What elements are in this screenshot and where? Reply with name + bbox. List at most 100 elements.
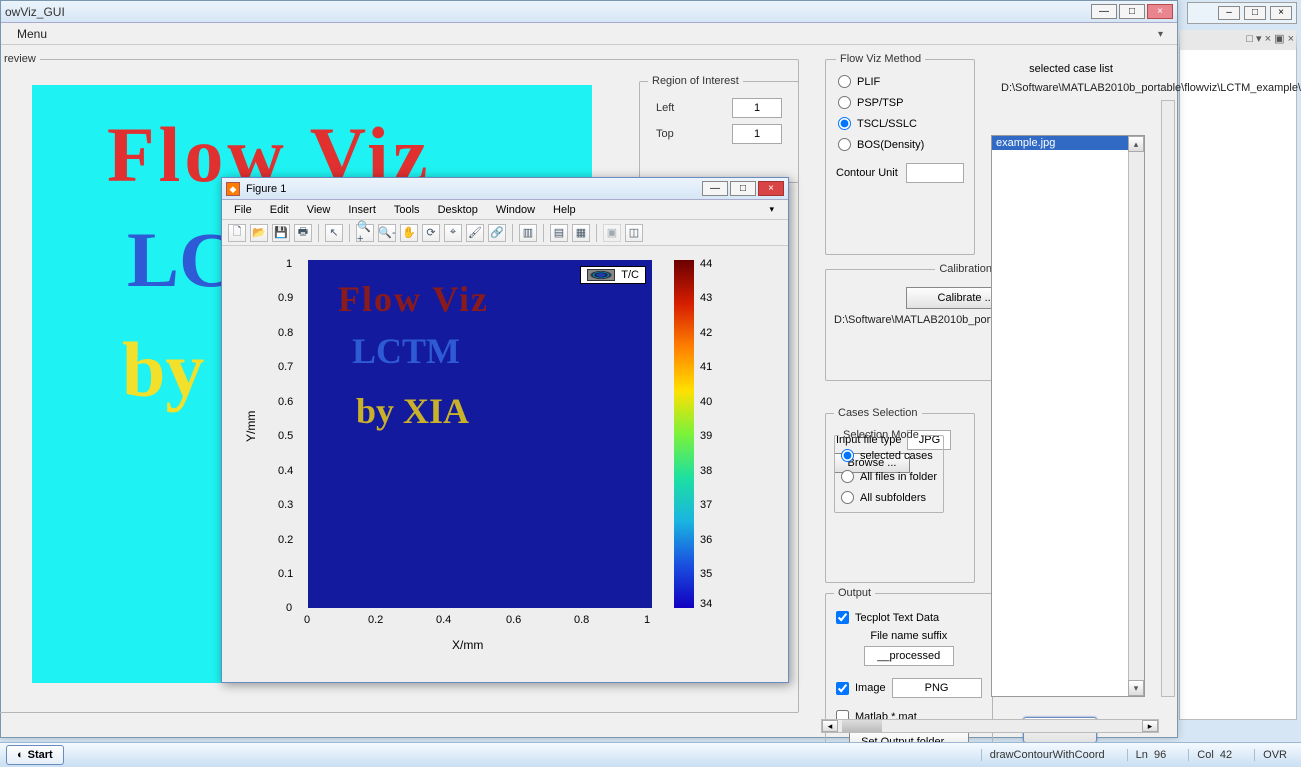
method-plif-label: PLIF bbox=[857, 76, 880, 88]
figure-menubar[interactable]: File Edit View Insert Tools Desktop Wind… bbox=[222, 200, 788, 220]
menu-tools[interactable]: Tools bbox=[386, 202, 428, 218]
cbtick: 41 bbox=[700, 361, 712, 373]
cases-legend: Cases Selection bbox=[834, 407, 922, 419]
roi-left-input[interactable] bbox=[732, 98, 782, 118]
ytick: 0.3 bbox=[278, 499, 293, 511]
ylabel: Y/mm bbox=[244, 411, 258, 442]
menu-help[interactable]: Help bbox=[545, 202, 584, 218]
menu-view[interactable]: View bbox=[299, 202, 339, 218]
scroll-right-icon[interactable]: ▸ bbox=[1142, 720, 1158, 732]
tecplot-label: Tecplot Text Data bbox=[855, 612, 939, 624]
menu-desktop[interactable]: Desktop bbox=[430, 202, 486, 218]
cbtick: 44 bbox=[700, 258, 712, 270]
menu-window[interactable]: Window bbox=[488, 202, 543, 218]
method-panel: Flow Viz Method PLIF PSP/TSP TSCL/SSLC B… bbox=[825, 53, 975, 255]
roi-top-input[interactable] bbox=[732, 124, 782, 144]
menu-edit[interactable]: Edit bbox=[262, 202, 297, 218]
scroll-thumb[interactable] bbox=[842, 720, 882, 732]
ytick: 0.6 bbox=[278, 396, 293, 408]
scroll-up-icon[interactable]: ▴ bbox=[1128, 136, 1144, 152]
legend-icon[interactable]: ▤ bbox=[550, 224, 568, 242]
xtick: 1 bbox=[644, 614, 650, 626]
suffix-input[interactable] bbox=[864, 646, 954, 666]
layout-icon[interactable]: ▦ bbox=[572, 224, 590, 242]
ytick: 0.4 bbox=[278, 465, 293, 477]
menubar-dropdown-icon[interactable]: ▾ bbox=[1152, 27, 1169, 42]
scroll-left-icon[interactable]: ◂ bbox=[822, 720, 838, 732]
link-icon[interactable]: 🔗 bbox=[488, 224, 506, 242]
method-bos-radio[interactable] bbox=[838, 138, 851, 151]
background-editor-strip: □ ▾ × ▣ × bbox=[1179, 30, 1297, 720]
figure-toolbar[interactable]: 🗋 📂 💾 🖶 ↖ 🔍+ 🔍- ✋ ⟳ ⌖ 🖌 🔗 ▥ ▤ ▦ ▣ ◫ bbox=[222, 220, 788, 246]
menu-insert[interactable]: Insert bbox=[340, 202, 384, 218]
tecplot-checkbox[interactable] bbox=[836, 611, 849, 624]
zoom-out-icon[interactable]: 🔍- bbox=[378, 224, 396, 242]
zoom-in-icon[interactable]: 🔍+ bbox=[356, 224, 374, 242]
menu-item-menu[interactable]: Menu bbox=[11, 25, 53, 43]
figure-menu-drop-icon[interactable]: ▾ bbox=[761, 202, 782, 217]
output-legend: Output bbox=[834, 587, 875, 599]
figure-window: ◆ Figure 1 — □ × File Edit View Insert T… bbox=[221, 177, 789, 683]
hide-plot-tools-icon[interactable]: ▣ bbox=[603, 224, 621, 242]
close-button[interactable]: × bbox=[1147, 4, 1173, 19]
new-figure-icon[interactable]: 🗋 bbox=[228, 224, 246, 242]
suffix-label: File name suffix bbox=[834, 630, 984, 642]
contour-unit-label: Contour Unit bbox=[836, 167, 898, 179]
ytick: 0.2 bbox=[278, 534, 293, 546]
heatmap-axes[interactable]: Flow Viz LCTM by XIA T/C bbox=[308, 260, 652, 608]
axes-text-lctm: LCTM bbox=[352, 330, 460, 372]
image-fmt-input[interactable] bbox=[892, 678, 982, 698]
colorbar-icon[interactable]: ▥ bbox=[519, 224, 537, 242]
figure-titlebar[interactable]: ◆ Figure 1 — □ × bbox=[222, 178, 788, 200]
pointer-icon[interactable]: ↖ bbox=[325, 224, 343, 242]
figure-close-button[interactable]: × bbox=[758, 181, 784, 196]
mode-subfolders-radio[interactable] bbox=[841, 491, 854, 504]
colorbar[interactable] bbox=[674, 260, 694, 608]
show-plot-tools-icon[interactable]: ◫ bbox=[625, 224, 643, 242]
start-button[interactable]: ◐ Start bbox=[6, 745, 64, 765]
method-plif-radio[interactable] bbox=[838, 75, 851, 88]
data-cursor-icon[interactable]: ⌖ bbox=[444, 224, 462, 242]
figure-maximize-button[interactable]: □ bbox=[730, 181, 756, 196]
status-ovr: OVR bbox=[1254, 749, 1295, 761]
matlab-icon: ◆ bbox=[226, 182, 240, 196]
cbtick: 43 bbox=[700, 292, 712, 304]
brush-icon[interactable]: 🖌 bbox=[466, 224, 484, 242]
axes-legend[interactable]: T/C bbox=[580, 266, 646, 284]
roi-left-label: Left bbox=[656, 102, 674, 114]
bg-close: × bbox=[1270, 6, 1292, 20]
figure-minimize-button[interactable]: — bbox=[702, 181, 728, 196]
background-strip-controls: □ ▾ × ▣ × bbox=[1246, 32, 1294, 45]
selection-mode-legend: Selection Mode bbox=[839, 429, 923, 441]
maximize-button[interactable]: □ bbox=[1119, 4, 1145, 19]
mode-folder-radio[interactable] bbox=[841, 470, 854, 483]
caselist-listbox[interactable]: example.jpg ▴ ▾ bbox=[991, 135, 1145, 697]
bg-minimize: – bbox=[1218, 6, 1240, 20]
minimize-button[interactable]: — bbox=[1091, 4, 1117, 19]
rotate-icon[interactable]: ⟳ bbox=[422, 224, 440, 242]
ytick: 0.5 bbox=[278, 430, 293, 442]
contour-unit-input[interactable] bbox=[906, 163, 964, 183]
menubar[interactable]: Menu ▾ bbox=[1, 23, 1177, 45]
titlebar[interactable]: owViz_GUI — □ × bbox=[1, 1, 1177, 23]
preview-legend: review bbox=[0, 53, 40, 65]
mode-subfolders-label: All subfolders bbox=[860, 492, 926, 504]
open-icon[interactable]: 📂 bbox=[250, 224, 268, 242]
taskbar[interactable]: ◐ Start drawContourWithCoord Ln 96 Col 4… bbox=[0, 742, 1301, 767]
legend-swatch-icon bbox=[587, 269, 615, 281]
method-tscl-radio[interactable] bbox=[838, 117, 851, 130]
pan-icon[interactable]: ✋ bbox=[400, 224, 418, 242]
print-icon[interactable]: 🖶 bbox=[294, 224, 312, 242]
menu-file[interactable]: File bbox=[226, 202, 260, 218]
main-vertical-scrollbar[interactable] bbox=[1161, 100, 1175, 697]
preview-text-2: LC bbox=[127, 215, 235, 305]
method-psp-radio[interactable] bbox=[838, 96, 851, 109]
save-icon[interactable]: 💾 bbox=[272, 224, 290, 242]
xtick: 0 bbox=[304, 614, 310, 626]
mode-selected-radio[interactable] bbox=[841, 449, 854, 462]
main-horizontal-scrollbar[interactable]: ◂ ▸ bbox=[821, 719, 1159, 733]
scroll-down-icon[interactable]: ▾ bbox=[1128, 680, 1144, 696]
list-item[interactable]: example.jpg bbox=[992, 136, 1144, 150]
image-checkbox[interactable] bbox=[836, 682, 849, 695]
listbox-scrollbar[interactable] bbox=[1128, 136, 1144, 696]
